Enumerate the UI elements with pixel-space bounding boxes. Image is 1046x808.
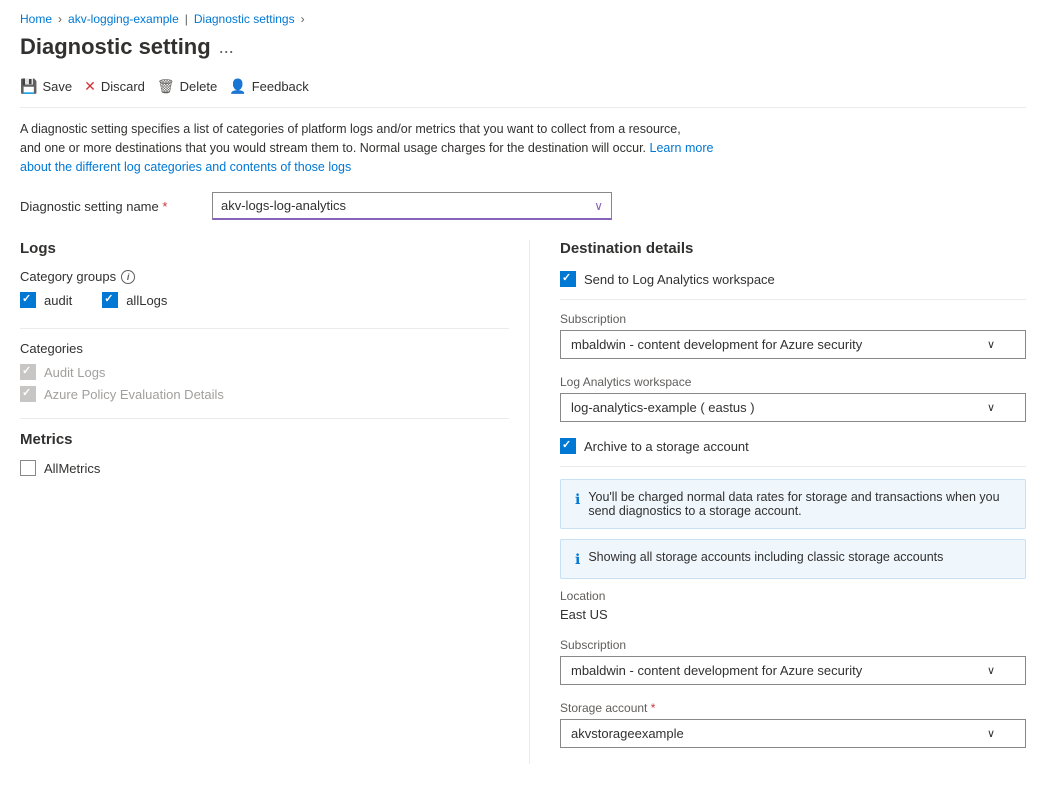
discard-icon: ✕ <box>84 78 96 95</box>
subscription2-dropdown-icon: ∨ <box>987 664 995 677</box>
page-title-menu[interactable]: ... <box>219 37 234 58</box>
subscription2-select[interactable]: mbaldwin - content development for Azure… <box>560 656 1026 685</box>
audit-label[interactable]: audit <box>44 293 72 308</box>
audit-logs-checkbox <box>20 364 36 380</box>
subscription2-label: Subscription <box>560 638 1026 652</box>
diagnostic-name-label: Diagnostic setting name * <box>20 199 200 214</box>
discard-button[interactable]: ✕ Discard <box>84 74 157 99</box>
info-icon-2: ℹ <box>575 551 580 568</box>
info-icon-1: ℹ <box>575 491 580 508</box>
divider-3 <box>560 299 1026 300</box>
breadcrumb-home[interactable]: Home <box>20 12 52 26</box>
required-marker: * <box>162 199 167 214</box>
storage-select[interactable]: akvstorageexample ∨ <box>560 719 1026 748</box>
location-value: East US <box>560 607 1026 622</box>
main-layout: Logs Category groups i audit allLogs Cat… <box>20 240 1026 764</box>
allLogs-checkbox-row: allLogs <box>102 292 167 308</box>
azure-policy-row: Azure Policy Evaluation Details <box>20 386 509 402</box>
description-text: A diagnostic setting specifies a list of… <box>20 120 720 176</box>
divider-2 <box>20 418 509 419</box>
subscription-select[interactable]: mbaldwin - content development for Azure… <box>560 330 1026 359</box>
workspace-select[interactable]: log-analytics-example ( eastus ) ∨ <box>560 393 1026 422</box>
page-title: Diagnostic setting <box>20 34 211 60</box>
log-analytics-option: Send to Log Analytics workspace <box>560 271 1026 287</box>
subscription-label: Subscription <box>560 312 1026 326</box>
diagnostic-name-input-wrapper[interactable]: ∨ <box>212 192 612 220</box>
category-groups-info-icon[interactable]: i <box>121 270 135 284</box>
info-text-1: You'll be charged normal data rates for … <box>588 490 1011 518</box>
delete-icon: 🗑 <box>157 78 175 95</box>
allLogs-checkbox[interactable] <box>102 292 118 308</box>
audit-checkbox-row: audit <box>20 292 72 308</box>
breadcrumb-resource[interactable]: akv-logging-example <box>68 12 179 26</box>
breadcrumb: Home › akv-logging-example | Diagnostic … <box>20 12 1026 26</box>
workspace-label: Log Analytics workspace <box>560 375 1026 389</box>
diagnostic-name-input[interactable] <box>221 198 594 213</box>
subscription-dropdown-icon: ∨ <box>987 338 995 351</box>
log-analytics-checkbox[interactable] <box>560 271 576 287</box>
save-icon: 💾 <box>20 78 37 95</box>
storage-label: Storage account * <box>560 701 1026 715</box>
storage-dropdown-icon: ∨ <box>987 727 995 740</box>
subscription2-value: mbaldwin - content development for Azure… <box>571 663 862 678</box>
storage-value: akvstorageexample <box>571 726 684 741</box>
diagnostic-name-row: Diagnostic setting name * ∨ <box>20 192 1026 220</box>
divider-4 <box>560 466 1026 467</box>
right-panel: Destination details Send to Log Analytic… <box>530 240 1026 764</box>
storage-field: Storage account * akvstorageexample ∨ <box>560 701 1026 748</box>
workspace-field: Log Analytics workspace log-analytics-ex… <box>560 375 1026 422</box>
breadcrumb-page[interactable]: Diagnostic settings <box>194 12 295 26</box>
divider-1 <box>20 328 509 329</box>
workspace-value: log-analytics-example ( eastus ) <box>571 400 755 415</box>
audit-checkbox[interactable] <box>20 292 36 308</box>
archive-label[interactable]: Archive to a storage account <box>584 439 749 454</box>
save-button[interactable]: 💾 Save <box>20 74 84 99</box>
info-box-1: ℹ You'll be charged normal data rates fo… <box>560 479 1026 529</box>
archive-checkbox[interactable] <box>560 438 576 454</box>
metrics-section-title: Metrics <box>20 431 509 448</box>
category-groups-checkboxes: audit allLogs <box>20 292 509 316</box>
info-text-2: Showing all storage accounts including c… <box>588 550 943 564</box>
workspace-dropdown-icon: ∨ <box>987 401 995 414</box>
allMetrics-label[interactable]: AllMetrics <box>44 461 100 476</box>
audit-logs-label: Audit Logs <box>44 365 105 380</box>
storage-required-marker: * <box>651 701 656 715</box>
toolbar: 💾 Save ✕ Discard 🗑 Delete 👤 Feedback <box>20 74 1026 108</box>
feedback-icon: 👤 <box>229 78 246 95</box>
allMetrics-checkbox[interactable] <box>20 460 36 476</box>
subscription-value: mbaldwin - content development for Azure… <box>571 337 862 352</box>
left-panel: Logs Category groups i audit allLogs Cat… <box>20 240 530 764</box>
destination-title: Destination details <box>560 240 1026 257</box>
audit-logs-row: Audit Logs <box>20 364 509 380</box>
allMetrics-checkbox-row: AllMetrics <box>20 460 509 476</box>
allLogs-label[interactable]: allLogs <box>126 293 167 308</box>
azure-policy-checkbox <box>20 386 36 402</box>
page-header: Diagnostic setting ... <box>20 34 1026 60</box>
subscription-field: Subscription mbaldwin - content developm… <box>560 312 1026 359</box>
subscription2-field: Subscription mbaldwin - content developm… <box>560 638 1026 685</box>
location-field: Location East US <box>560 589 1026 622</box>
delete-button[interactable]: 🗑 Delete <box>157 74 229 99</box>
categories-label: Categories <box>20 341 509 356</box>
info-box-2: ℹ Showing all storage accounts including… <box>560 539 1026 579</box>
archive-option: Archive to a storage account <box>560 438 1026 454</box>
azure-policy-label: Azure Policy Evaluation Details <box>44 387 224 402</box>
dropdown-arrow-icon: ∨ <box>594 199 603 213</box>
feedback-button[interactable]: 👤 Feedback <box>229 74 321 99</box>
category-groups-label: Category groups i <box>20 269 509 284</box>
log-analytics-label[interactable]: Send to Log Analytics workspace <box>584 272 775 287</box>
location-label: Location <box>560 589 1026 603</box>
logs-section-title: Logs <box>20 240 509 257</box>
